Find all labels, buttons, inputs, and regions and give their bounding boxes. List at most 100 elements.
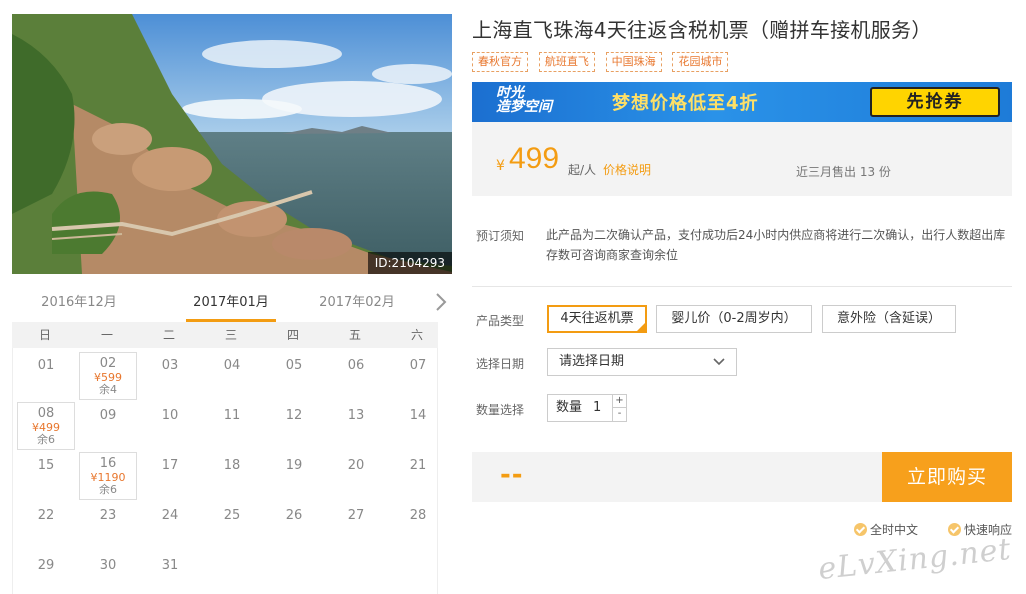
day-remaining: 余6 xyxy=(37,433,55,446)
price-unit: 起/人 xyxy=(568,163,597,177)
calendar-day[interactable]: 28 xyxy=(389,502,447,550)
chevron-right-icon[interactable] xyxy=(434,292,448,312)
weekday-thu: 四 xyxy=(286,328,299,342)
calendar-day[interactable]: 15 xyxy=(17,452,75,500)
day-number: 28 xyxy=(409,508,427,523)
month-tab-current[interactable]: 2017年01月 xyxy=(186,286,276,322)
section-divider xyxy=(472,286,1012,287)
calendar-day[interactable]: 13 xyxy=(327,402,385,450)
tag-official[interactable]: 春秋官方 xyxy=(472,52,528,72)
day-number: 07 xyxy=(409,358,427,373)
calendar-day[interactable]: 07 xyxy=(389,352,447,400)
calendar-day[interactable]: 17 xyxy=(141,452,199,500)
calendar-day-available[interactable]: 08 ¥499 余6 xyxy=(17,402,75,450)
tag-direct-flight[interactable]: 航班直飞 xyxy=(538,52,595,72)
tag-garden-city[interactable]: 花园城市 xyxy=(672,52,729,72)
option-infant-price[interactable]: 婴儿价（0-2周岁内） xyxy=(656,305,812,333)
promo-banner[interactable]: 时光 造梦空间 梦想价格低至4折 先抢券 xyxy=(472,82,1012,122)
month-tab-prev[interactable]: 2016年12月 xyxy=(34,286,124,322)
calendar-day[interactable]: 24 xyxy=(141,502,199,550)
quantity-value[interactable]: 1 xyxy=(593,395,601,421)
day-number: 29 xyxy=(37,558,55,573)
calendar-day[interactable]: 27 xyxy=(327,502,385,550)
calendar-day[interactable]: 20 xyxy=(327,452,385,500)
day-number: 27 xyxy=(347,508,365,523)
quantity-inner-label: 数量 xyxy=(556,400,583,415)
buy-now-button[interactable]: 立即购买 xyxy=(882,452,1012,502)
weekday-sun: 日 xyxy=(38,328,51,342)
day-remaining: 余4 xyxy=(99,383,117,396)
calendar-day[interactable]: 25 xyxy=(203,502,261,550)
calendar-day-available[interactable]: 16 ¥1190 余6 xyxy=(79,452,137,500)
calendar-day-available[interactable]: 02 ¥599 余4 xyxy=(79,352,137,400)
option-round-trip-ticket[interactable]: 4天往返机票 xyxy=(547,305,647,333)
calendar-day[interactable]: 12 xyxy=(265,402,323,450)
price-panel: ¥ 499 起/人 价格说明 近三月售出 13 份 xyxy=(472,122,1012,196)
day-number: 05 xyxy=(285,358,303,373)
calendar-day[interactable]: 01 xyxy=(17,352,75,400)
calendar-day[interactable]: 19 xyxy=(265,452,323,500)
calendar-day[interactable]: 23 xyxy=(79,502,137,550)
price-explanation-link[interactable]: 价格说明 xyxy=(603,161,651,178)
calendar-day[interactable]: 21 xyxy=(389,452,447,500)
day-number: 14 xyxy=(409,408,427,423)
day-number: 03 xyxy=(161,358,179,373)
grab-coupon-button[interactable]: 先抢券 xyxy=(870,87,1000,117)
calendar-day[interactable]: 06 xyxy=(327,352,385,400)
check-icon xyxy=(854,523,867,536)
calendar-day[interactable]: 26 xyxy=(265,502,323,550)
day-number: 16 xyxy=(99,456,117,471)
quantity-stepper: 数量 1 + - xyxy=(547,394,627,422)
day-number: 18 xyxy=(223,458,241,473)
calendar-day[interactable]: 31 xyxy=(141,552,199,594)
total-price-placeholder: -- xyxy=(500,460,524,490)
day-number: 08 xyxy=(37,406,55,421)
photo-id-label: ID:2104293 xyxy=(367,252,452,274)
service-all-chinese: 全时中文 xyxy=(854,521,918,538)
calendar-weekday-header: 日 一 二 三 四 五 六 xyxy=(12,322,438,348)
option-insurance[interactable]: 意外险（含延误） xyxy=(822,305,956,333)
calendar-day[interactable]: 18 xyxy=(203,452,261,500)
day-number: 23 xyxy=(99,508,117,523)
day-number: 20 xyxy=(347,458,365,473)
product-photo[interactable]: ID:2104293 xyxy=(12,14,452,274)
weekday-mon: 一 xyxy=(100,328,113,342)
sales-count: 近三月售出 13 份 xyxy=(796,165,891,179)
calendar-day[interactable]: 09 xyxy=(79,402,137,450)
check-icon xyxy=(948,523,961,536)
quantity-increase-button[interactable]: + xyxy=(612,395,626,408)
weekday-tue: 二 xyxy=(162,328,175,342)
calendar-day[interactable]: 22 xyxy=(17,502,75,550)
banner-slogan: 梦想价格低至4折 xyxy=(612,93,759,114)
calendar-day[interactable]: 14 xyxy=(389,402,447,450)
quantity-label: 数量选择 xyxy=(476,403,525,417)
quantity-decrease-button[interactable]: - xyxy=(612,408,626,421)
day-number: 15 xyxy=(37,458,55,473)
calendar-day[interactable]: 04 xyxy=(203,352,261,400)
service-label: 全时中文 xyxy=(870,523,919,537)
calendar-day[interactable]: 03 xyxy=(141,352,199,400)
currency-symbol: ¥ xyxy=(496,158,505,174)
calendar-day[interactable]: 05 xyxy=(265,352,323,400)
weekday-fri: 五 xyxy=(348,328,361,342)
day-number: 02 xyxy=(99,356,117,371)
date-select-dropdown[interactable]: 请选择日期 xyxy=(547,348,737,376)
day-number: 19 xyxy=(285,458,303,473)
calendar-day[interactable]: 11 xyxy=(203,402,261,450)
date-select-placeholder: 请选择日期 xyxy=(559,354,625,369)
product-type-label: 产品类型 xyxy=(476,314,525,328)
calendar-day[interactable]: 30 xyxy=(79,552,137,594)
calendar-day[interactable]: 29 xyxy=(17,552,75,594)
calendar-month-tabs: 2016年12月 2017年01月 2017年02月 xyxy=(12,286,452,322)
day-number: 12 xyxy=(285,408,303,423)
month-tab-next[interactable]: 2017年02月 xyxy=(312,286,402,322)
day-number: 01 xyxy=(37,358,55,373)
day-number: 24 xyxy=(161,508,179,523)
day-number: 31 xyxy=(161,558,179,573)
product-title: 上海直飞珠海4天往返含税机票（赠拼车接机服务） xyxy=(472,18,932,42)
calendar-day[interactable]: 10 xyxy=(141,402,199,450)
tag-destination[interactable]: 中国珠海 xyxy=(605,52,662,72)
banner-logo: 时光 造梦空间 xyxy=(496,86,568,118)
day-number: 17 xyxy=(161,458,179,473)
day-number: 11 xyxy=(223,408,241,423)
